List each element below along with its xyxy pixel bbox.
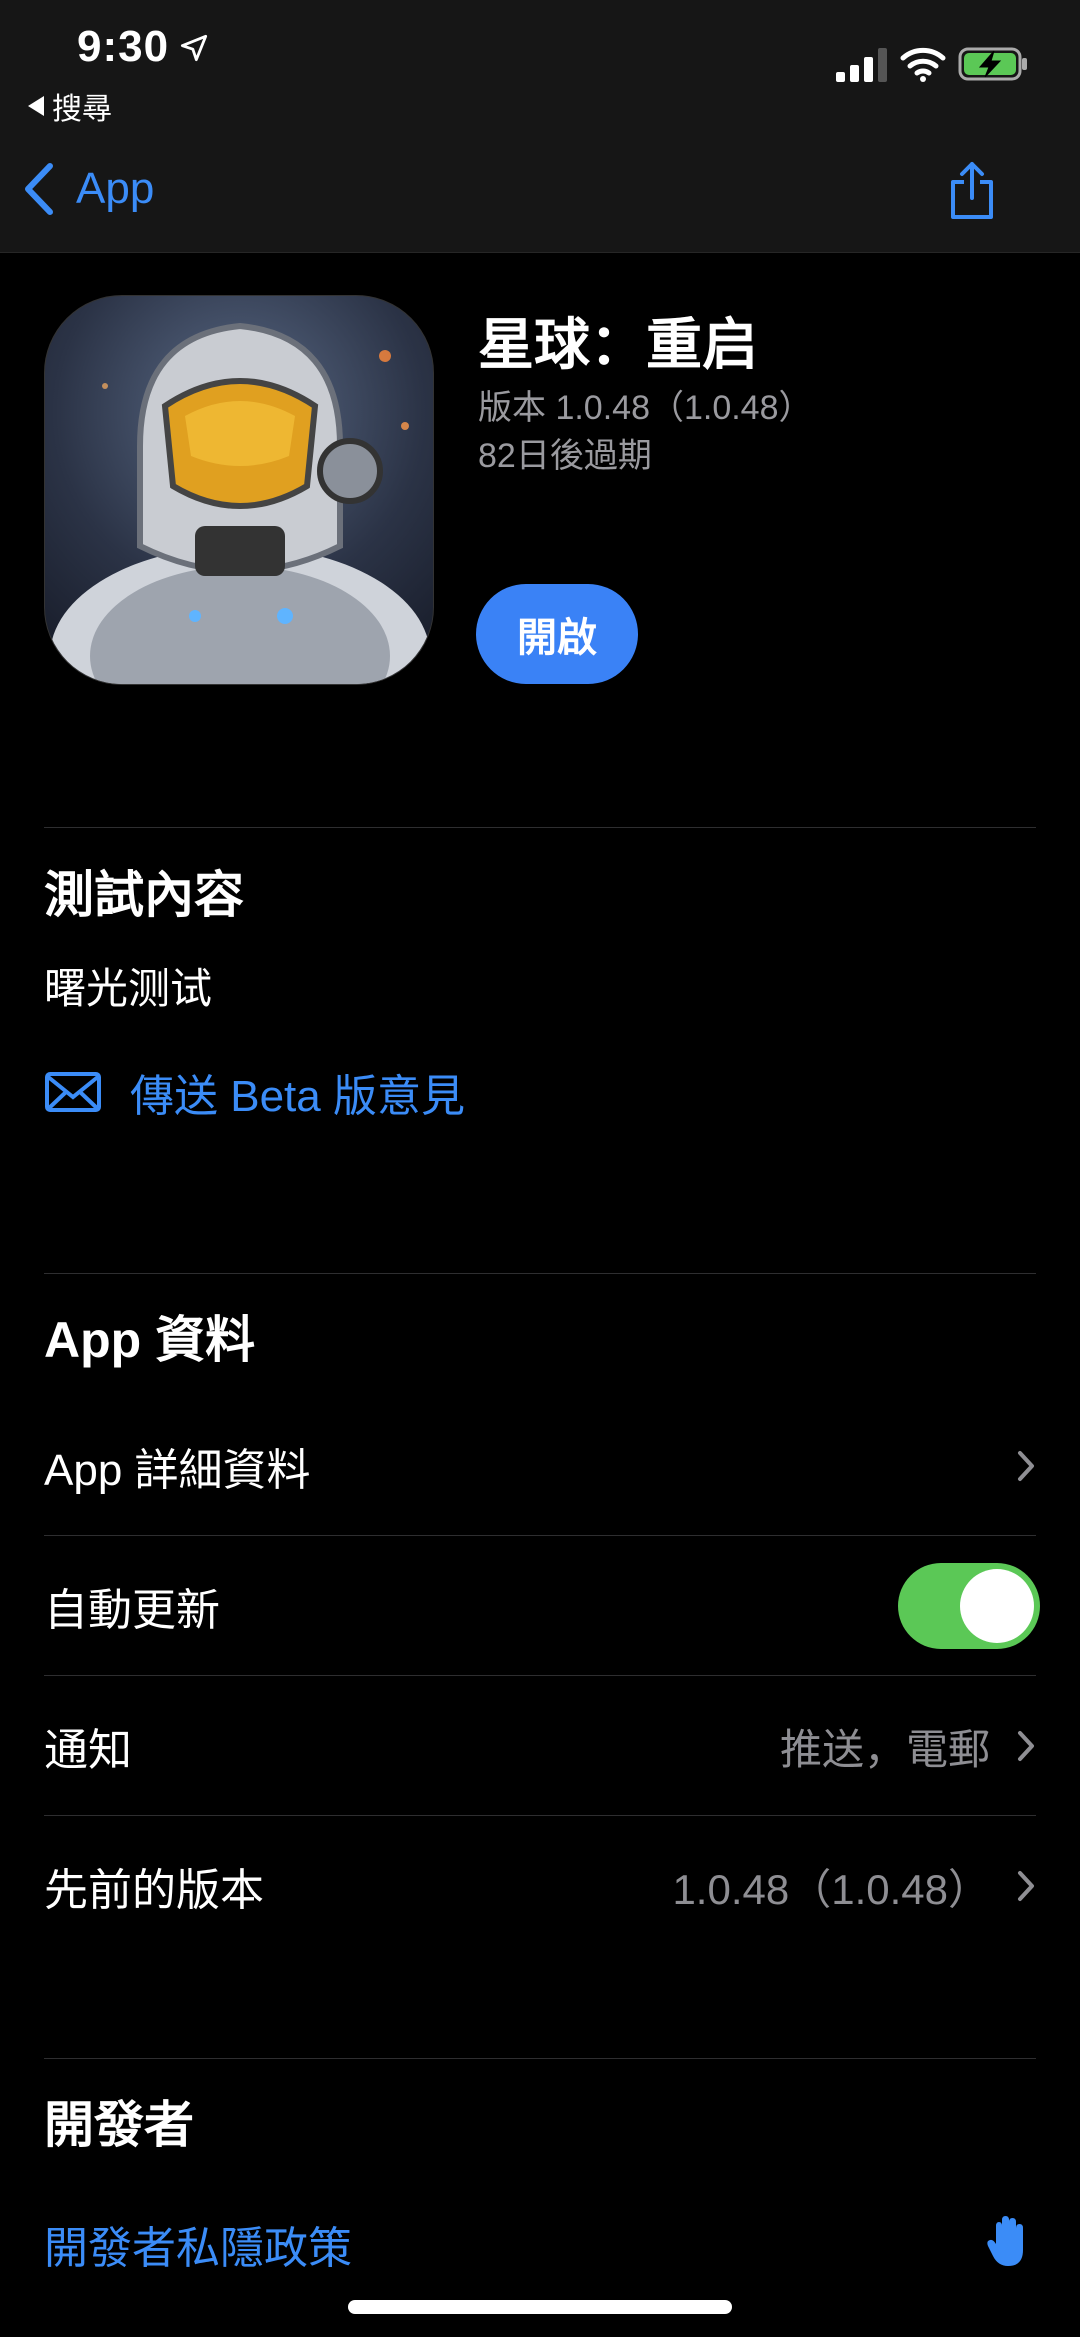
auto-update-label: 自動更新: [44, 1586, 220, 1635]
location-arrow-icon: [180, 34, 208, 62]
test-content-title: 測試內容: [44, 867, 244, 923]
privacy-hand-icon[interactable]: [986, 2214, 1032, 2268]
notifications-label: 通知: [44, 1726, 132, 1775]
envelope-icon: [45, 1072, 101, 1112]
battery-charging-icon: [958, 47, 1027, 81]
app-title: 星球：重启: [478, 313, 758, 376]
previous-versions-row[interactable]: 先前的版本 1.0.48（1.0.48）: [44, 1816, 1036, 1956]
wifi-icon: [900, 47, 946, 82]
share-icon[interactable]: [948, 160, 996, 220]
nav-back-button[interactable]: App: [22, 162, 154, 216]
app-details-label: App 詳細資料: [44, 1446, 311, 1495]
chevron-right-icon: [1018, 1451, 1034, 1481]
app-version: 版本 1.0.48（1.0.48）: [478, 389, 813, 427]
developer-title: 開發者: [44, 2097, 194, 2153]
divider: [44, 1273, 1036, 1274]
home-indicator[interactable]: [348, 2300, 732, 2314]
send-beta-feedback-link[interactable]: 傳送 Beta 版意見: [44, 1060, 465, 1124]
chevron-right-icon: [1018, 1731, 1034, 1761]
auto-update-toggle[interactable]: [898, 1563, 1040, 1649]
app-expiry: 82日後過期: [478, 437, 652, 475]
back-to-search-label: 搜尋: [52, 93, 112, 126]
nav-back-label: App: [76, 164, 155, 213]
developer-privacy-policy-link[interactable]: 開發者私隱政策: [44, 2212, 352, 2276]
chevron-left-icon: [25, 163, 53, 215]
toggle-knob: [960, 1569, 1034, 1643]
cellular-signal-icon: [836, 48, 887, 82]
send-beta-feedback-label: 傳送 Beta 版意見: [130, 1072, 465, 1121]
test-content-text: 曙光测试: [44, 965, 213, 1012]
previous-versions-value: 1.0.48（1.0.48）: [672, 1865, 990, 1913]
astronaut-artwork-icon: [50, 322, 430, 684]
divider: [44, 2058, 1036, 2059]
notifications-row[interactable]: 通知 推送，電郵: [44, 1676, 1036, 1816]
app-info-title: App 資料: [44, 1312, 256, 1368]
app-details-row[interactable]: App 詳細資料: [44, 1396, 1036, 1536]
back-to-search-link[interactable]: 搜尋: [28, 84, 112, 128]
app-icon: [44, 295, 434, 685]
previous-versions-label: 先前的版本: [44, 1866, 264, 1915]
back-triangle-icon: [28, 96, 44, 116]
chevron-right-icon: [1018, 1871, 1034, 1901]
status-time: 9:30: [77, 22, 170, 71]
top-bar: 9:30 搜尋 App: [0, 0, 1080, 253]
notifications-value: 推送，電郵: [779, 1725, 990, 1773]
open-button[interactable]: 開啟: [476, 584, 638, 684]
auto-update-row: 自動更新: [44, 1536, 1040, 1676]
divider: [44, 827, 1036, 828]
